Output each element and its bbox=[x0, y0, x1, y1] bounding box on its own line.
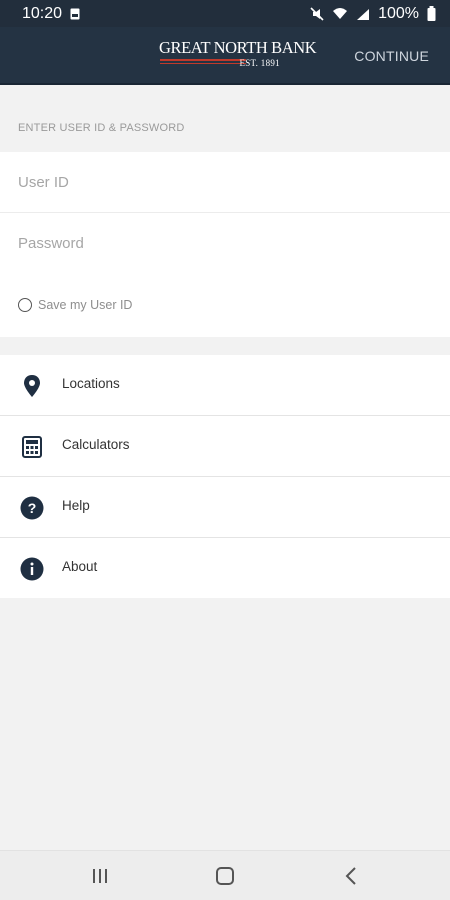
logo-underline bbox=[160, 59, 246, 64]
back-icon[interactable] bbox=[338, 863, 364, 889]
menu-item-label: About bbox=[62, 559, 98, 574]
signal-icon bbox=[356, 8, 370, 20]
battery-percent: 100% bbox=[378, 4, 419, 22]
menu-item-about[interactable]: About bbox=[0, 538, 450, 598]
save-user-id-radio[interactable] bbox=[18, 298, 32, 312]
system-nav-bar bbox=[0, 850, 450, 900]
save-user-id-toggle[interactable]: Save my User ID bbox=[18, 298, 132, 312]
login-panel: Save my User ID bbox=[0, 152, 450, 337]
continue-button[interactable]: CONTINUE bbox=[354, 48, 429, 64]
status-time: 10:20 bbox=[22, 4, 63, 22]
recent-apps-icon[interactable] bbox=[87, 863, 113, 889]
user-id-field bbox=[0, 152, 450, 213]
menu-item-locations[interactable]: Locations bbox=[0, 355, 450, 416]
battery-icon bbox=[427, 6, 436, 21]
status-left: 10:20 bbox=[22, 5, 80, 23]
user-id-input[interactable] bbox=[18, 152, 430, 212]
save-user-id-label: Save my User ID bbox=[38, 298, 133, 312]
menu-list: Locations Calculators ? Help About bbox=[0, 355, 450, 598]
mute-icon bbox=[310, 6, 324, 21]
status-bar: 10:20 100% bbox=[0, 0, 450, 27]
login-section-label: ENTER USER ID & PASSWORD bbox=[18, 122, 185, 134]
menu-item-label: Locations bbox=[62, 376, 120, 391]
menu-item-label: Calculators bbox=[62, 437, 130, 452]
menu-item-label: Help bbox=[62, 498, 90, 513]
status-right: 100% bbox=[310, 5, 436, 23]
logo-name: GREAT NORTH BANK bbox=[159, 38, 317, 57]
info-icon bbox=[20, 557, 44, 581]
gallery-notification-icon bbox=[70, 8, 80, 20]
menu-item-calculators[interactable]: Calculators bbox=[0, 416, 450, 477]
location-pin-icon bbox=[20, 374, 44, 398]
home-icon[interactable] bbox=[212, 863, 238, 889]
bank-logo: GREAT NORTH BANK EST. 1891 bbox=[159, 38, 317, 73]
help-icon: ? bbox=[20, 496, 44, 520]
menu-item-help[interactable]: ? Help bbox=[0, 477, 450, 538]
password-field bbox=[0, 213, 450, 273]
password-input[interactable] bbox=[18, 213, 430, 273]
svg-text:?: ? bbox=[28, 500, 37, 516]
wifi-icon bbox=[332, 7, 348, 20]
logo-est: EST. 1891 bbox=[239, 58, 280, 68]
calculator-icon bbox=[20, 435, 44, 459]
app-header: GREAT NORTH BANK EST. 1891 CONTINUE bbox=[0, 27, 450, 85]
